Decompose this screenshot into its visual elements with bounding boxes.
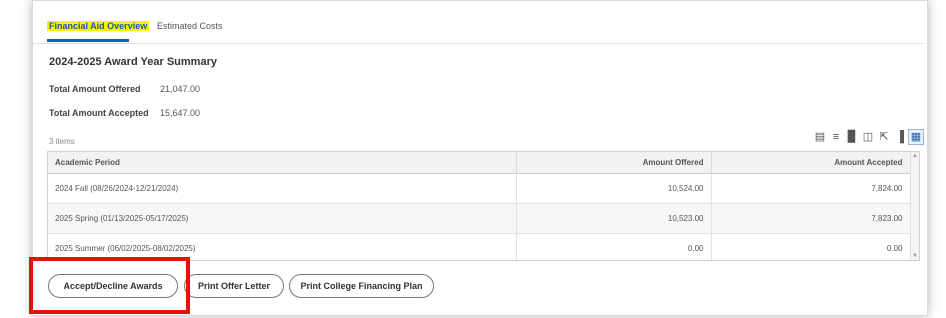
table-toolbar: ▤ ≡ ▉ ◫ ⇱ ▐ ▦ xyxy=(813,129,924,147)
column-settings-icon[interactable]: ◫ xyxy=(861,130,875,144)
fullscreen-icon[interactable]: ⇱ xyxy=(877,130,891,144)
total-offered-label: Total Amount Offered xyxy=(49,84,141,94)
total-offered-value: 21,047.00 xyxy=(160,84,201,94)
print-offer-letter-button[interactable]: Print Offer Letter xyxy=(184,274,284,298)
tab-estimated-costs[interactable]: Estimated Costs xyxy=(157,21,223,31)
table-row: 2025 Spring (01/13/2025-05/17/2025) 10,5… xyxy=(48,203,911,234)
cell-amount-accepted: 0.00 xyxy=(711,233,911,260)
cell-academic-period: 2024 Fall (08/26/2024-12/21/2024) xyxy=(48,173,517,204)
award-table: Academic Period Amount Offered Amount Ac… xyxy=(47,151,920,261)
print-college-financing-plan-button[interactable]: Print College Financing Plan xyxy=(289,274,434,298)
table-scrollbar[interactable]: ▲ ▼ xyxy=(910,152,919,260)
tab-divider xyxy=(33,43,925,44)
grid-view-icon[interactable]: ▦ xyxy=(908,129,924,145)
total-accepted-value: 15,647.00 xyxy=(160,108,201,118)
tab-financial-aid-overview[interactable]: Financial Aid Overview xyxy=(47,21,150,31)
award-summary-title: 2024-2025 Award Year Summary xyxy=(49,56,217,68)
column-header-academic-period[interactable]: Academic Period xyxy=(48,152,517,174)
table-row: 2024 Fall (08/26/2024-12/21/2024) 10,524… xyxy=(48,173,911,204)
cell-amount-offered: 0.00 xyxy=(516,233,712,260)
annotation-highlight-box xyxy=(29,257,190,314)
filter-icon[interactable]: ≡ xyxy=(829,130,843,144)
cell-academic-period: 2025 Spring (01/13/2025-05/17/2025) xyxy=(48,203,517,234)
column-header-amount-accepted[interactable]: Amount Accepted xyxy=(711,152,911,174)
cell-amount-offered: 10,524.00 xyxy=(516,173,712,204)
total-accepted-label: Total Amount Accepted xyxy=(49,108,149,118)
items-count: 3 items xyxy=(49,137,75,146)
active-tab-indicator xyxy=(47,39,129,42)
cell-amount-accepted: 7,824.00 xyxy=(711,173,911,204)
export-excel-icon[interactable]: ▤ xyxy=(813,130,827,144)
cell-amount-accepted: 7,823.00 xyxy=(711,203,911,234)
chart-icon[interactable]: ▉ xyxy=(845,130,859,144)
cell-amount-offered: 10,523.00 xyxy=(516,203,712,234)
table-header-row: Academic Period Amount Offered Amount Ac… xyxy=(48,152,911,174)
scroll-up-icon[interactable]: ▲ xyxy=(912,153,918,159)
column-view-icon[interactable]: ▐ xyxy=(893,130,907,144)
column-header-amount-offered[interactable]: Amount Offered xyxy=(516,152,712,174)
scroll-down-icon[interactable]: ▼ xyxy=(912,253,918,259)
